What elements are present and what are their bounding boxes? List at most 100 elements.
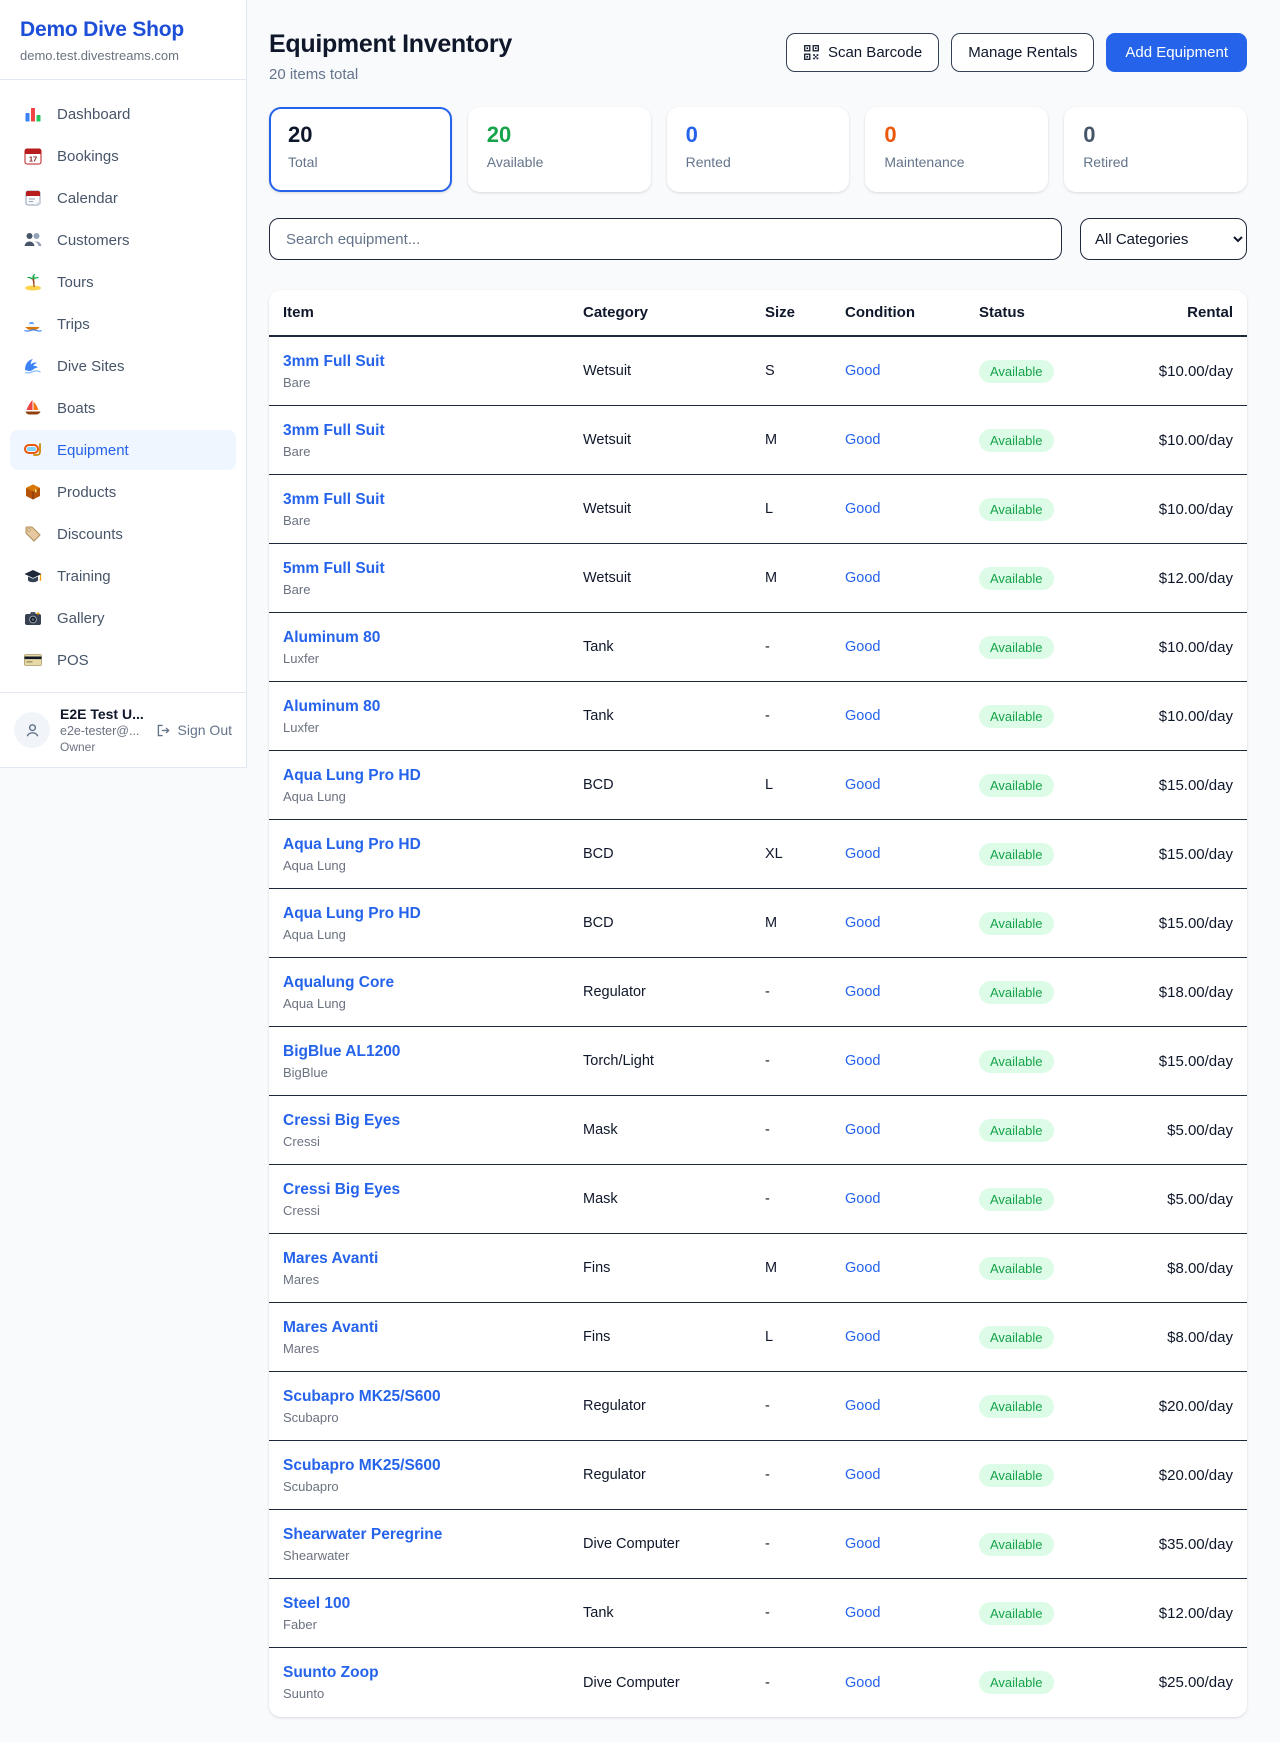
category-cell: Mask (583, 1122, 765, 1138)
user-meta: E2E Test U... e2e-tester@... Owner (60, 706, 144, 754)
sidebar-item-discounts[interactable]: Discounts (10, 514, 236, 554)
item-name-link[interactable]: Aqua Lung Pro HD (283, 905, 583, 923)
status-badge: Available (979, 498, 1054, 521)
rental-cell: $15.00/day (1139, 777, 1233, 794)
search-input[interactable] (269, 218, 1062, 260)
sidebar-item-dive-sites[interactable]: Dive Sites (10, 346, 236, 386)
item-brand: Cressi (283, 1203, 583, 1218)
scan-barcode-button[interactable]: Scan Barcode (786, 33, 939, 72)
item-brand: Luxfer (283, 651, 583, 666)
sidebar-item-equipment[interactable]: Equipment (10, 430, 236, 470)
condition-link[interactable]: Good (845, 1260, 979, 1276)
item-brand: Shearwater (283, 1548, 583, 1563)
stat-value: 0 (1083, 122, 1228, 148)
item-name-link[interactable]: Suunto Zoop (283, 1664, 583, 1682)
size-cell: M (765, 432, 845, 448)
item-name-link[interactable]: Shearwater Peregrine (283, 1526, 583, 1544)
item-name-link[interactable]: 3mm Full Suit (283, 491, 583, 509)
item-name-link[interactable]: Cressi Big Eyes (283, 1181, 583, 1199)
table-row: 3mm Full Suit Bare Wetsuit M Good Availa… (269, 406, 1247, 475)
item-name-link[interactable]: Scubapro MK25/S600 (283, 1457, 583, 1475)
condition-link[interactable]: Good (845, 432, 979, 448)
grad-cap-icon (23, 566, 43, 586)
category-select[interactable]: All Categories (1080, 218, 1247, 260)
sidebar-item-calendar[interactable]: Calendar (10, 178, 236, 218)
condition-link[interactable]: Good (845, 1191, 979, 1207)
sidebar-item-products[interactable]: Products (10, 472, 236, 512)
condition-link[interactable]: Good (845, 501, 979, 517)
status-badge: Available (979, 705, 1054, 728)
condition-link[interactable]: Good (845, 639, 979, 655)
stat-value: 20 (487, 122, 632, 148)
size-cell: - (765, 1398, 845, 1414)
sidebar-item-boats[interactable]: Boats (10, 388, 236, 428)
status-badge: Available (979, 981, 1054, 1004)
stat-card-available[interactable]: 20 Available (468, 107, 651, 192)
condition-link[interactable]: Good (845, 1605, 979, 1621)
condition-link[interactable]: Good (845, 1122, 979, 1138)
condition-link[interactable]: Good (845, 363, 979, 379)
sidebar-item-gallery[interactable]: Gallery (10, 598, 236, 638)
condition-link[interactable]: Good (845, 1053, 979, 1069)
sidebar-item-dashboard[interactable]: Dashboard (10, 94, 236, 134)
bar-chart-icon (23, 104, 43, 124)
item-name-link[interactable]: 3mm Full Suit (283, 422, 583, 440)
sidebar-item-customers[interactable]: Customers (10, 220, 236, 260)
stat-card-total[interactable]: 20 Total (269, 107, 452, 192)
size-cell: M (765, 1260, 845, 1276)
condition-link[interactable]: Good (845, 846, 979, 862)
sidebar-item-tours[interactable]: Tours (10, 262, 236, 302)
condition-link[interactable]: Good (845, 1329, 979, 1345)
condition-link[interactable]: Good (845, 915, 979, 931)
sign-out-button[interactable]: Sign Out (155, 722, 232, 739)
rental-cell: $10.00/day (1139, 363, 1233, 380)
condition-link[interactable]: Good (845, 1675, 979, 1691)
status-badge: Available (979, 1464, 1054, 1487)
size-cell: M (765, 570, 845, 586)
sidebar-item-bookings[interactable]: 17 Bookings (10, 136, 236, 176)
item-name-link[interactable]: Aqua Lung Pro HD (283, 836, 583, 854)
category-cell: BCD (583, 777, 765, 793)
condition-link[interactable]: Good (845, 984, 979, 1000)
item-brand: Aqua Lung (283, 927, 583, 942)
stat-card-maintenance[interactable]: 0 Maintenance (865, 107, 1048, 192)
brand-domain: demo.test.divestreams.com (20, 48, 226, 63)
item-name-link[interactable]: Aqualung Core (283, 974, 583, 992)
sidebar-item-pos[interactable]: POS (10, 640, 236, 680)
logout-icon (155, 722, 172, 739)
table-row: Mares Avanti Mares Fins L Good Available… (269, 1303, 1247, 1372)
stat-card-retired[interactable]: 0 Retired (1064, 107, 1247, 192)
sidebar-item-trips[interactable]: Trips (10, 304, 236, 344)
item-name-link[interactable]: 3mm Full Suit (283, 353, 583, 371)
condition-link[interactable]: Good (845, 777, 979, 793)
brand-name: Demo Dive Shop (20, 18, 226, 42)
category-cell: Regulator (583, 1467, 765, 1483)
condition-link[interactable]: Good (845, 570, 979, 586)
manage-rentals-button[interactable]: Manage Rentals (951, 33, 1094, 72)
item-name-link[interactable]: Aluminum 80 (283, 698, 583, 716)
column-header-rental: Rental (1139, 304, 1233, 321)
stat-card-rented[interactable]: 0 Rented (667, 107, 850, 192)
item-name-link[interactable]: BigBlue AL1200 (283, 1043, 583, 1061)
item-name-link[interactable]: 5mm Full Suit (283, 560, 583, 578)
item-name-link[interactable]: Scubapro MK25/S600 (283, 1388, 583, 1406)
item-name-link[interactable]: Cressi Big Eyes (283, 1112, 583, 1130)
table-body: 3mm Full Suit Bare Wetsuit S Good Availa… (269, 337, 1247, 1717)
item-name-link[interactable]: Mares Avanti (283, 1319, 583, 1337)
size-cell: - (765, 1536, 845, 1552)
status-badge: Available (979, 1395, 1054, 1418)
rental-cell: $35.00/day (1139, 1536, 1233, 1553)
condition-link[interactable]: Good (845, 1467, 979, 1483)
condition-link[interactable]: Good (845, 1398, 979, 1414)
category-cell: Wetsuit (583, 363, 765, 379)
item-name-link[interactable]: Steel 100 (283, 1595, 583, 1613)
item-name-link[interactable]: Aqua Lung Pro HD (283, 767, 583, 785)
condition-link[interactable]: Good (845, 1536, 979, 1552)
add-equipment-button[interactable]: Add Equipment (1106, 33, 1247, 72)
category-cell: Tank (583, 639, 765, 655)
rental-cell: $10.00/day (1139, 639, 1233, 656)
item-name-link[interactable]: Mares Avanti (283, 1250, 583, 1268)
item-name-link[interactable]: Aluminum 80 (283, 629, 583, 647)
condition-link[interactable]: Good (845, 708, 979, 724)
sidebar-item-training[interactable]: Training (10, 556, 236, 596)
